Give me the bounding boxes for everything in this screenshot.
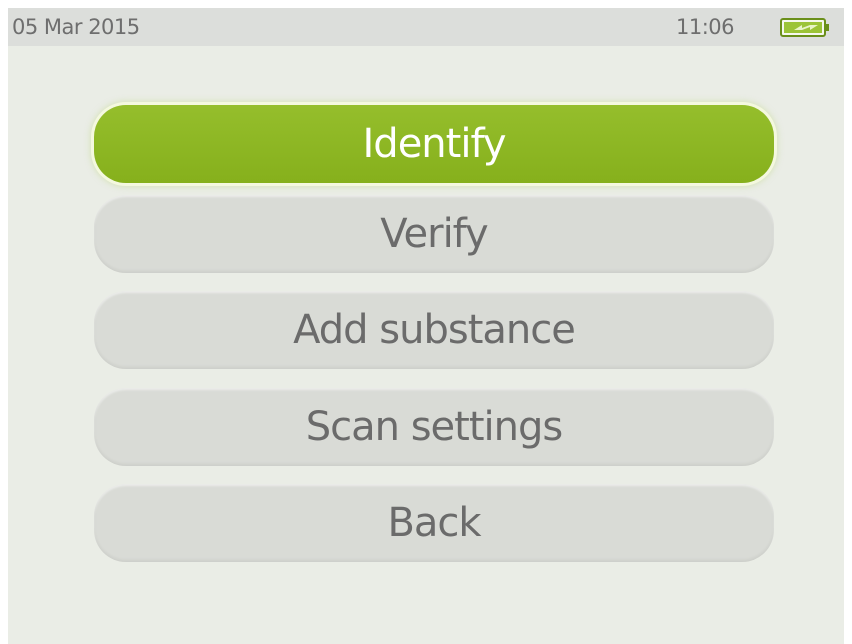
identify-button[interactable]: Identify	[94, 105, 774, 183]
back-button[interactable]: Back	[94, 484, 774, 562]
device-screen: 05 Mar 2015 11:06 Identify Verify Add su…	[8, 8, 844, 644]
scan-settings-button[interactable]: Scan settings	[94, 388, 774, 466]
main-menu: Identify Verify Add substance Scan setti…	[8, 8, 844, 644]
verify-button[interactable]: Verify	[94, 195, 774, 273]
add-substance-button[interactable]: Add substance	[94, 291, 774, 369]
